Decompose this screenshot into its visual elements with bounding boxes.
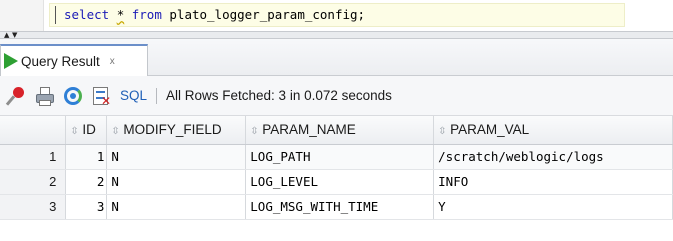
table-row[interactable]: 2 2 N LOG_LEVEL INFO — [0, 169, 673, 195]
fetch-status: All Rows Fetched: 3 in 0.072 seconds — [166, 88, 392, 103]
splitter-up-icon[interactable]: ▲ — [4, 32, 9, 39]
editor-gutter — [0, 0, 44, 31]
sql-table-name: plato_logger_param_config; — [169, 7, 366, 22]
row-number[interactable]: 1 — [0, 144, 67, 170]
sort-icon: ⇳ — [111, 126, 120, 138]
result-tab-strip: Query Result x — [0, 39, 673, 76]
splitter-down-icon[interactable]: ▼ — [12, 32, 17, 39]
sort-icon: ⇳ — [70, 126, 79, 138]
tab-label: Query Result — [21, 53, 100, 69]
pin-icon[interactable] — [5, 85, 28, 107]
column-header-id[interactable]: ⇳ ID — [65, 116, 108, 145]
row-number[interactable]: 2 — [0, 169, 67, 195]
results-grid[interactable]: ⇳ ID ⇳ MODIFY_FIELD ⇳ PARAM_NAME ⇳ PARAM_VAL… — [0, 116, 673, 220]
cell-modify-field[interactable]: N — [106, 194, 247, 220]
sql-statement[interactable]: select * from plato_logger_param_config; — [64, 6, 365, 24]
column-header-param-val[interactable]: ⇳ PARAM_VAL — [433, 116, 673, 145]
cell-param-name[interactable]: LOG_MSG_WITH_TIME — [245, 194, 435, 220]
cell-id[interactable]: 2 — [65, 169, 108, 195]
row-number-header — [0, 116, 67, 145]
table-row[interactable]: 1 1 N LOG_PATH /scratch/weblogic/logs — [0, 144, 673, 170]
print-icon[interactable] — [34, 85, 56, 107]
sql-button[interactable]: SQL — [120, 88, 147, 103]
cell-modify-field[interactable]: N — [106, 169, 247, 195]
cell-param-name[interactable]: LOG_PATH — [245, 144, 435, 170]
tab-query-result[interactable]: Query Result x — [0, 44, 148, 76]
tab-close-icon[interactable]: x — [110, 56, 115, 67]
cell-id[interactable]: 1 — [65, 144, 108, 170]
cell-param-val[interactable]: /scratch/weblogic/logs — [433, 144, 673, 170]
sort-icon: ⇳ — [250, 126, 259, 138]
cell-param-val[interactable]: INFO — [433, 169, 673, 195]
cell-param-name[interactable]: LOG_LEVEL — [245, 169, 435, 195]
sql-keyword-from: from — [131, 7, 162, 22]
sort-icon: ⇳ — [438, 126, 447, 138]
table-row[interactable]: 3 3 N LOG_MSG_WITH_TIME Y — [0, 194, 673, 220]
cell-param-val[interactable]: Y — [433, 194, 673, 220]
row-number[interactable]: 3 — [0, 194, 67, 220]
sql-keyword-select: select — [64, 7, 110, 22]
column-header-modify-field[interactable]: ⇳ MODIFY_FIELD — [106, 116, 247, 145]
grid-header-row: ⇳ ID ⇳ MODIFY_FIELD ⇳ PARAM_NAME ⇳ PARAM_VAL — [0, 116, 673, 145]
refresh-icon[interactable] — [62, 85, 84, 107]
result-toolbar: ✕ SQL All Rows Fetched: 3 in 0.072 secon… — [0, 76, 673, 116]
export-icon[interactable]: ✕ — [90, 85, 112, 107]
pane-splitter[interactable]: ▲ ▼ — [0, 31, 673, 39]
sql-star-wildcard: * — [116, 7, 125, 22]
run-triangle-icon — [4, 53, 18, 69]
column-header-param-name[interactable]: ⇳ PARAM_NAME — [245, 116, 435, 145]
cell-modify-field[interactable]: N — [106, 144, 247, 170]
toolbar-separator — [156, 87, 158, 104]
sql-editor[interactable]: select * from plato_logger_param_config; — [0, 0, 673, 31]
cell-id[interactable]: 3 — [65, 194, 108, 220]
editor-margin-marker — [55, 6, 56, 24]
